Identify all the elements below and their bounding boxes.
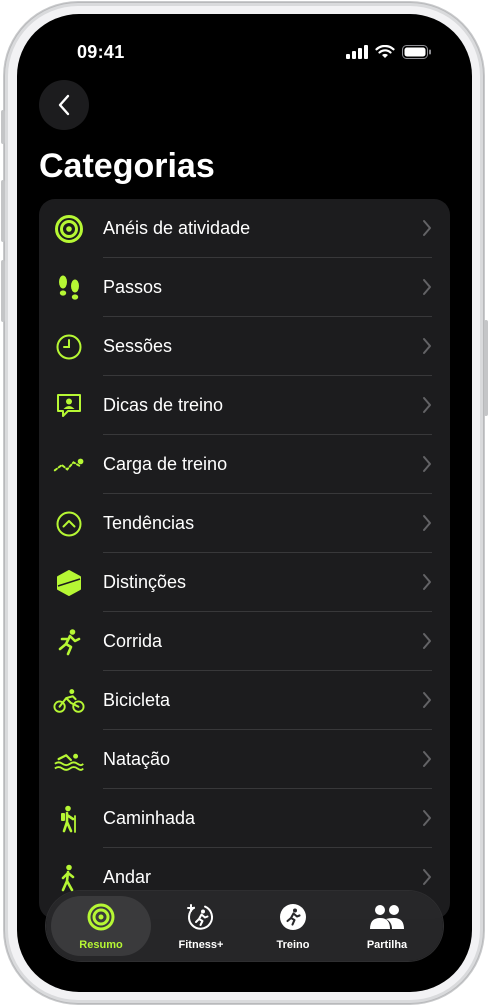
category-label: Andar xyxy=(103,867,152,887)
category-row-coach-tips[interactable]: Dicas de treino xyxy=(39,376,450,435)
category-row-sessions[interactable]: Sessões xyxy=(39,317,450,376)
page-title: Categorias xyxy=(39,147,215,185)
tab-sharing[interactable]: Partilha xyxy=(337,896,437,956)
category-row-cycling[interactable]: Bicicleta xyxy=(39,671,450,730)
tab-bar: Resumo Fitness+ Treino Partilha xyxy=(46,891,443,961)
fitness-plus-icon xyxy=(186,902,216,937)
category-row-awards[interactable]: Distinções xyxy=(39,553,450,612)
chevron-left-icon xyxy=(58,94,70,116)
chevron-right-icon xyxy=(423,751,431,767)
chevron-right-icon xyxy=(423,220,431,236)
tab-label: Fitness+ xyxy=(178,939,224,951)
chevron-right-icon xyxy=(423,692,431,708)
category-row-trends[interactable]: Tendências xyxy=(39,494,450,553)
category-label: Anéis de atividade xyxy=(103,218,251,238)
cellular-signal-icon xyxy=(346,45,368,59)
training-load-icon xyxy=(53,449,85,481)
category-list: Anéis de atividade Passos Sessões Dicas … xyxy=(39,199,450,919)
app-screen: 09:41 Categorias Anéis de atividade Pass… xyxy=(17,14,472,992)
category-label: Carga de treino xyxy=(103,454,228,474)
category-label: Distinções xyxy=(103,572,187,592)
tab-label: Partilha xyxy=(366,939,408,951)
chevron-right-icon xyxy=(423,869,431,885)
footprints-icon xyxy=(53,272,85,304)
swimming-icon xyxy=(53,744,85,776)
trends-icon xyxy=(53,508,85,540)
category-row-steps[interactable]: Passos xyxy=(39,258,450,317)
category-label: Passos xyxy=(103,277,163,297)
category-label: Dicas de treino xyxy=(103,395,224,415)
coach-tips-icon xyxy=(53,390,85,422)
side-button-volume-up xyxy=(1,180,5,242)
side-button-volume-down xyxy=(1,260,5,322)
awards-icon xyxy=(53,567,85,599)
side-button-action xyxy=(1,110,5,144)
category-label: Caminhada xyxy=(103,808,196,828)
status-time: 09:41 xyxy=(77,42,125,62)
chevron-right-icon xyxy=(423,810,431,826)
chevron-right-icon xyxy=(423,397,431,413)
workout-icon xyxy=(278,902,308,937)
chevron-right-icon xyxy=(423,456,431,472)
tab-label: Treino xyxy=(276,939,310,951)
chevron-right-icon xyxy=(423,338,431,354)
category-label: Sessões xyxy=(103,336,173,356)
category-row-swimming[interactable]: Natação xyxy=(39,730,450,789)
chevron-right-icon xyxy=(423,515,431,531)
summary-rings-icon xyxy=(86,902,116,937)
tab-fitness-plus[interactable]: Fitness+ xyxy=(151,896,251,956)
back-button[interactable] xyxy=(39,80,89,130)
category-row-running[interactable]: Corrida xyxy=(39,612,450,671)
status-icons xyxy=(346,45,432,59)
tab-label: Resumo xyxy=(79,939,123,951)
chevron-right-icon xyxy=(423,279,431,295)
category-label: Tendências xyxy=(103,513,195,533)
clock-icon xyxy=(53,331,85,363)
tab-workout[interactable]: Treino xyxy=(243,896,343,956)
battery-icon xyxy=(402,45,431,59)
side-button-power xyxy=(484,320,488,416)
cycling-icon xyxy=(53,685,85,717)
category-row-training-load[interactable]: Carga de treino xyxy=(39,435,450,494)
category-label: Natação xyxy=(103,749,171,769)
chevron-right-icon xyxy=(423,633,431,649)
status-bar: 09:41 xyxy=(17,42,472,66)
category-row-activity-rings[interactable]: Anéis de atividade xyxy=(39,199,450,258)
category-label: Corrida xyxy=(103,631,163,651)
running-icon xyxy=(53,626,85,658)
hiking-icon xyxy=(53,803,85,835)
category-label: Bicicleta xyxy=(103,690,171,710)
chevron-right-icon xyxy=(423,574,431,590)
sharing-icon xyxy=(369,902,405,937)
tab-summary[interactable]: Resumo xyxy=(51,896,151,956)
category-row-hiking[interactable]: Caminhada xyxy=(39,789,450,848)
wifi-icon xyxy=(375,45,395,58)
walking-icon xyxy=(53,862,85,894)
activity-rings-icon xyxy=(53,213,85,245)
